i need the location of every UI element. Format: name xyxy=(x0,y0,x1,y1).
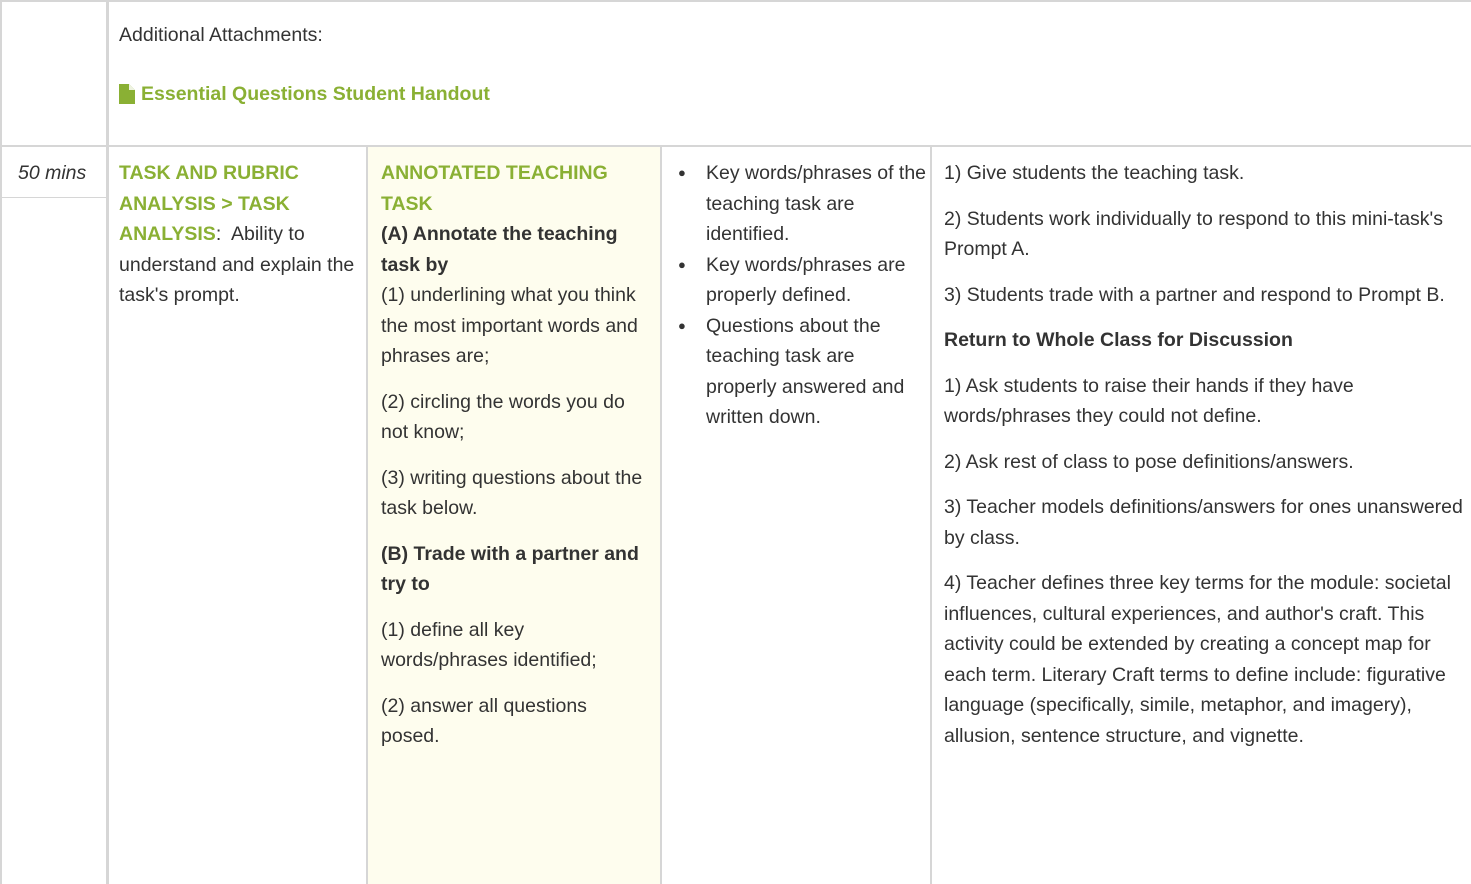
product-title: ANNOTATED TEACHING TASK xyxy=(381,162,608,215)
part-a-heading: (A) Annotate the teaching task by xyxy=(381,223,618,276)
column-divider-time xyxy=(106,0,109,884)
scoring-item: Questions about the teaching task are pr… xyxy=(662,311,928,433)
part-a-item: (1) underlining what you think the most … xyxy=(381,284,638,367)
discussion-step: 3) Teacher models definitions/answers fo… xyxy=(944,496,1463,549)
discussion-heading: Return to Whole Class for Discussion xyxy=(944,329,1293,351)
instruction-step: 1) Give students the teaching task. xyxy=(944,162,1245,184)
row-divider xyxy=(0,145,1471,147)
attachments-label: Additional Attachments: xyxy=(119,24,323,46)
discussion-step: 2) Ask rest of class to pose definitions… xyxy=(944,450,1354,473)
skill-separator: : xyxy=(215,223,222,245)
top-border xyxy=(0,0,1471,8)
scoring-list: Key words/phrases of the teaching task a… xyxy=(662,158,928,433)
instruction-step: 2) Students work individually to respond… xyxy=(944,207,1444,261)
lesson-table: Additional Attachments: Essential Questi… xyxy=(0,0,1471,884)
scoring-item: Key words/phrases of the teaching task a… xyxy=(662,158,928,250)
left-border xyxy=(0,0,2,884)
discussion-step: 4) Teacher defines three key terms for t… xyxy=(944,572,1451,747)
part-b-item: (1) define all key words/phrases identif… xyxy=(381,618,597,672)
attachment-link-text[interactable]: Essential Questions Student Handout xyxy=(141,79,490,110)
discussion-step: 1) Ask students to raise their hands if … xyxy=(944,374,1354,428)
part-b-item: (2) answer all questions posed. xyxy=(381,694,587,748)
product-cell: ANNOTATED TEACHING TASK (A) Annotate the… xyxy=(368,147,660,884)
attachments-section: Additional Attachments: Essential Questi… xyxy=(119,20,1459,109)
file-icon xyxy=(119,83,135,104)
skill-cell: TASK AND RUBRIC ANALYSIS > TASK ANALYSIS… xyxy=(119,158,359,311)
time-cell-divider xyxy=(2,197,106,198)
instruction-cell: 1) Give students the teaching task. 2) S… xyxy=(944,158,1466,766)
scoring-item: Key words/phrases are properly defined. xyxy=(662,250,928,311)
part-a-item: (3) writing questions about the task bel… xyxy=(381,466,643,520)
column-divider-scoring xyxy=(930,147,932,884)
scoring-cell: Key words/phrases of the teaching task a… xyxy=(662,158,928,433)
duration: 50 mins xyxy=(18,162,87,184)
attachment-link[interactable]: Essential Questions Student Handout xyxy=(119,79,1459,110)
instruction-step: 3) Students trade with a partner and res… xyxy=(944,283,1445,306)
part-a-item: (2) circling the words you do not know; xyxy=(381,390,625,444)
part-b-heading: (B) Trade with a partner and try to xyxy=(381,542,639,596)
time-cell: 50 mins xyxy=(18,158,108,189)
